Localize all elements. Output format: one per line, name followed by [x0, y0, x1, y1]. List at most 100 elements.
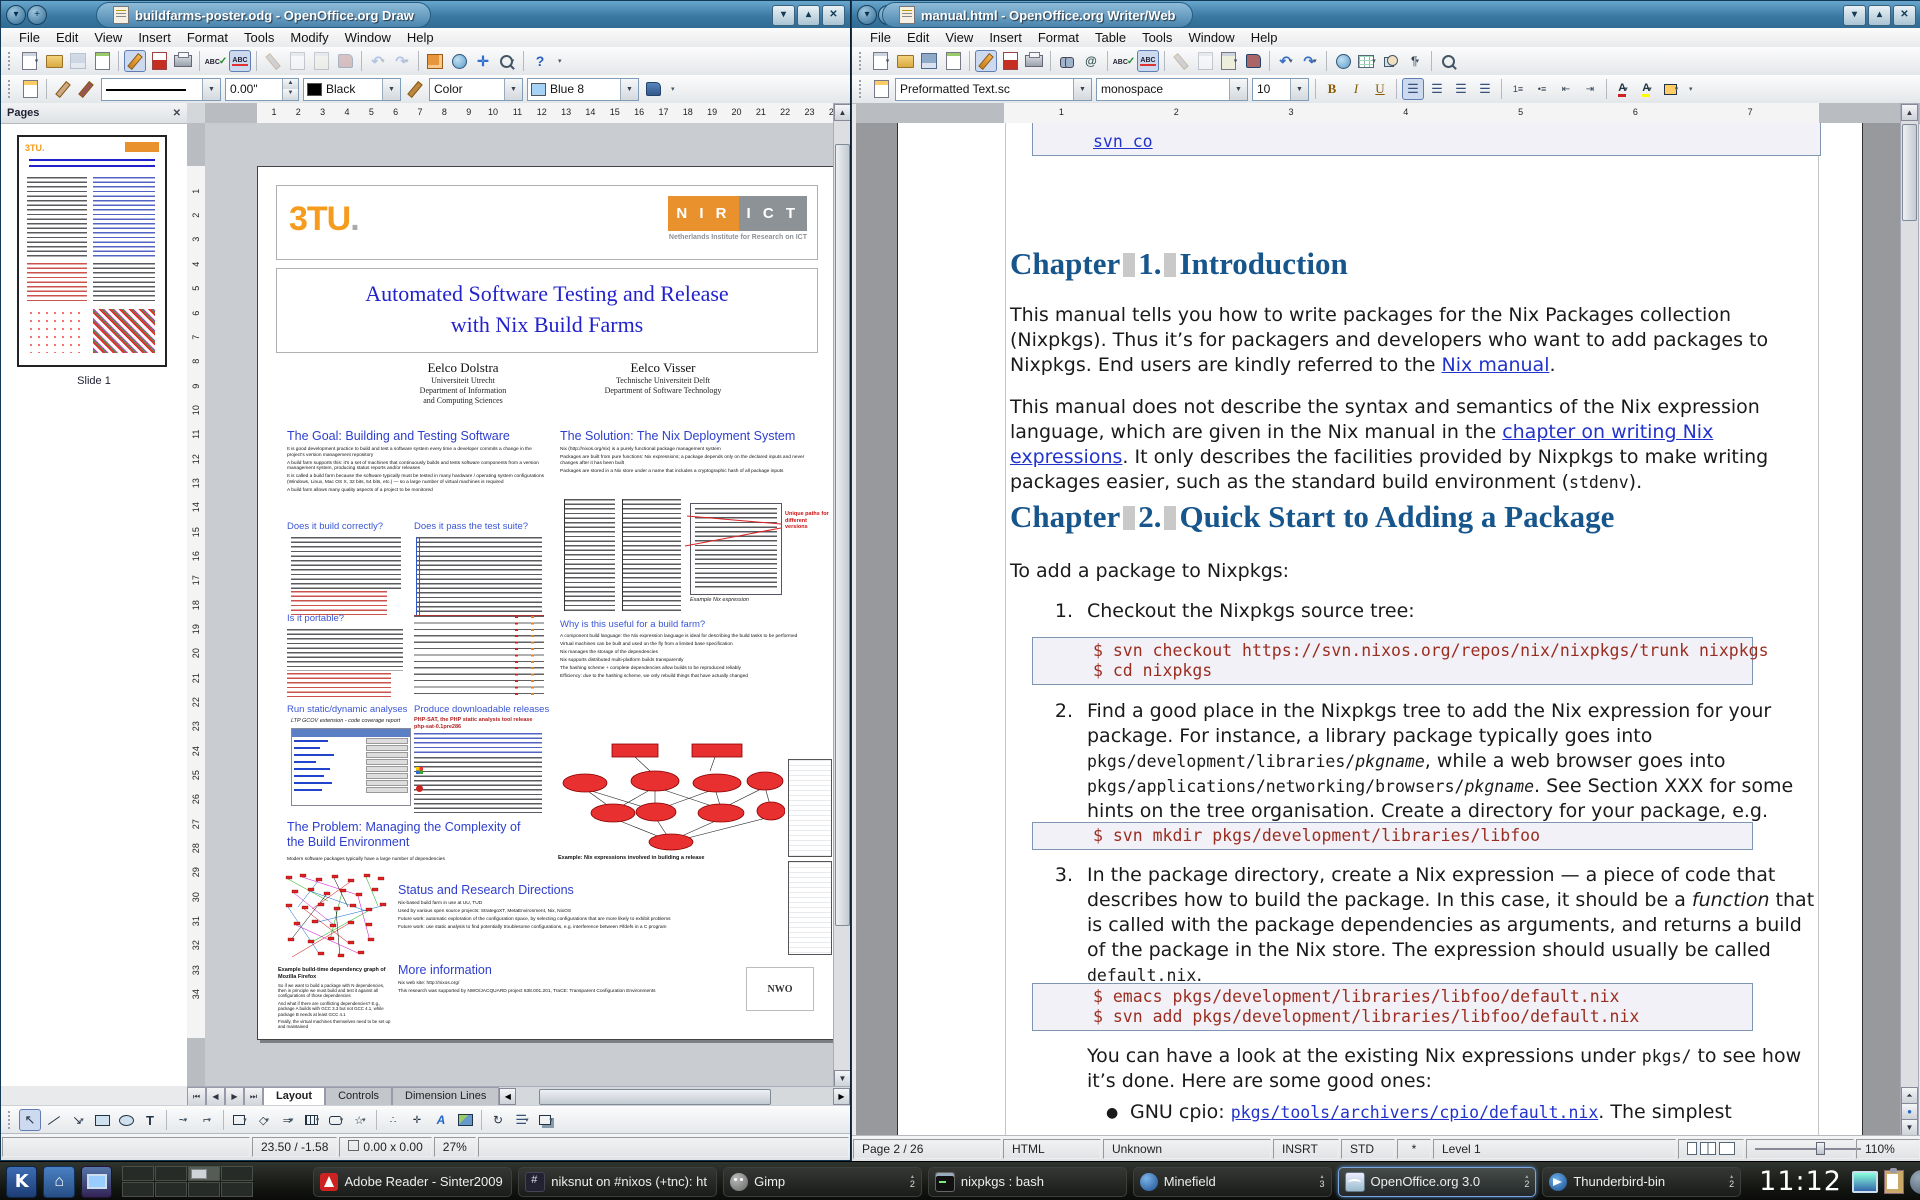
- increase-indent-icon[interactable]: ⇥: [1579, 78, 1601, 100]
- menu-item[interactable]: Insert: [130, 30, 179, 45]
- show-draw-functions-icon[interactable]: [1380, 50, 1402, 72]
- menu-item[interactable]: Window: [1180, 30, 1242, 45]
- writer-titlebar[interactable]: ▾ + manual.html - OpenOffice.org Writer/…: [852, 1, 1920, 29]
- auto-spellcheck-icon[interactable]: ABC: [229, 50, 251, 72]
- taskbar-clock[interactable]: 11:12: [1759, 1166, 1842, 1197]
- new-document-icon[interactable]: ▾: [870, 50, 892, 72]
- bullet-list-icon[interactable]: •≡: [1531, 78, 1553, 100]
- tab-dimension-lines[interactable]: Dimension Lines: [392, 1087, 499, 1106]
- arrow-style-icon[interactable]: ▾: [76, 78, 98, 100]
- save-icon[interactable]: [918, 50, 940, 72]
- task-minefield[interactable]: Minefield3: [1133, 1167, 1332, 1197]
- line-style-select[interactable]: ▼: [101, 78, 221, 101]
- spellcheck-icon[interactable]: ABC: [205, 50, 227, 72]
- paragraph-style-select[interactable]: Preformatted Text.sc▼: [895, 78, 1092, 101]
- numbered-list-icon[interactable]: 1≡: [1507, 78, 1529, 100]
- symbol-shapes-icon[interactable]: ◇▾: [253, 1109, 275, 1131]
- print-icon[interactable]: [172, 50, 194, 72]
- tab-layout[interactable]: Layout: [263, 1087, 325, 1106]
- glue-points-icon[interactable]: ✛: [406, 1109, 428, 1131]
- display-settings-icon[interactable]: [1852, 1171, 1878, 1193]
- cpio-link[interactable]: pkgs/tools/archivers/cpio/default.nix: [1231, 1103, 1599, 1122]
- arrange-icon[interactable]: ▾: [535, 1109, 557, 1131]
- insert-table-icon[interactable]: ▾: [1356, 50, 1378, 72]
- zoom-level[interactable]: 110%: [1856, 1139, 1920, 1159]
- find-replace-icon[interactable]: [1056, 50, 1078, 72]
- toolbar-grip[interactable]: [8, 52, 15, 70]
- cut-icon[interactable]: [262, 50, 284, 72]
- insert-mode[interactable]: INSRT: [1273, 1139, 1339, 1159]
- open-icon[interactable]: [43, 50, 65, 72]
- writer-vertical-scrollbar[interactable]: ▲ ⏶ ● ▼: [1900, 103, 1919, 1137]
- menu-item[interactable]: Help: [1243, 30, 1286, 45]
- line-tool-icon[interactable]: [52, 78, 74, 100]
- last-page-icon[interactable]: ⏭: [244, 1087, 263, 1106]
- callouts-icon[interactable]: ▾: [325, 1109, 347, 1131]
- align-justify-icon[interactable]: ☰: [1474, 78, 1496, 100]
- selection-mode[interactable]: STD: [1341, 1139, 1395, 1159]
- align-left-icon[interactable]: ☰: [1402, 78, 1424, 100]
- panel-close-icon[interactable]: ✕: [173, 108, 181, 119]
- block-arrows-icon[interactable]: ⇒▾: [277, 1109, 299, 1131]
- minimize-button[interactable]: ▾: [772, 5, 795, 26]
- auto-spellcheck-icon[interactable]: ABC: [1137, 50, 1159, 72]
- text-tool-icon[interactable]: T: [139, 1109, 161, 1131]
- basic-shapes-icon[interactable]: ▾: [229, 1109, 251, 1131]
- writer-horizontal-ruler[interactable]: 1234567: [856, 103, 1920, 124]
- bold-icon[interactable]: B: [1321, 78, 1343, 100]
- task-irc-konversation[interactable]: # niksnut on #nixos (+tnc): ht: [518, 1167, 717, 1197]
- clone-formatting-icon[interactable]: [334, 50, 356, 72]
- italic-icon[interactable]: I: [1345, 78, 1367, 100]
- menu-item[interactable]: Tools: [236, 30, 282, 45]
- redo-icon[interactable]: ↷▾: [1299, 50, 1321, 72]
- arrow-line-tool-icon[interactable]: ↘▾: [67, 1109, 89, 1131]
- fill-color-select[interactable]: Blue 8▼: [527, 78, 639, 101]
- show-desktop-icon[interactable]: [81, 1166, 112, 1198]
- edit-points-icon[interactable]: ∴: [382, 1109, 404, 1131]
- menu-item[interactable]: Modify: [282, 30, 336, 45]
- task-adobe-reader[interactable]: Adobe Reader - Sinter2009: [313, 1167, 512, 1197]
- menu-item[interactable]: Edit: [899, 30, 937, 45]
- klipper-icon[interactable]: [1884, 1170, 1904, 1194]
- toolbar-overflow-icon[interactable]: ▾: [558, 57, 562, 65]
- document-as-email-icon[interactable]: [942, 50, 964, 72]
- menu-item[interactable]: File: [11, 30, 48, 45]
- fill-tool-icon[interactable]: [404, 78, 426, 100]
- zoom-icon[interactable]: [1437, 50, 1459, 72]
- draw-canvas[interactable]: 3TU. N I RI C T Netherlands Institute fo…: [205, 123, 833, 1086]
- line-color-select[interactable]: Black▼: [303, 78, 401, 101]
- align-center-icon[interactable]: ☰: [1426, 78, 1448, 100]
- save-icon[interactable]: [67, 50, 89, 72]
- zoom-slider[interactable]: [1746, 1139, 1854, 1159]
- insert-picture-icon[interactable]: [454, 1109, 476, 1131]
- maximize-button[interactable]: ▴: [797, 5, 820, 26]
- menu-item[interactable]: View: [86, 30, 130, 45]
- styles-icon[interactable]: [870, 78, 892, 100]
- menu-item[interactable]: Table: [1087, 30, 1134, 45]
- redo-icon[interactable]: ↷▾: [391, 50, 413, 72]
- menu-item[interactable]: Help: [399, 30, 442, 45]
- line-width-input[interactable]: 0.00"▲▼: [225, 78, 299, 101]
- spellcheck-icon[interactable]: ABC: [1113, 50, 1135, 72]
- stars-icon[interactable]: ☆▾: [349, 1109, 371, 1131]
- edit-file-icon[interactable]: [124, 50, 146, 72]
- paste-icon[interactable]: ▾: [1218, 50, 1240, 72]
- document-page[interactable]: svn co Chapter1.Introduction This manual…: [897, 123, 1863, 1135]
- hyperlink-icon[interactable]: [448, 50, 470, 72]
- undo-icon[interactable]: ↶▾: [1275, 50, 1297, 72]
- nonprinting-chars-icon[interactable]: ¶▾: [1404, 50, 1426, 72]
- toolbar-grip[interactable]: [859, 80, 866, 98]
- task-openoffice[interactable]: OpenOffice.org 3.02: [1338, 1167, 1537, 1197]
- desktop-pager[interactable]: [122, 1166, 253, 1197]
- toolbar-grip[interactable]: [8, 80, 15, 98]
- tray-circle-icon[interactable]: [1910, 1170, 1920, 1194]
- window-menu-icon[interactable]: ▾: [857, 5, 877, 25]
- draw-horizontal-scrollbar[interactable]: ◀ ▶: [499, 1087, 850, 1106]
- ellipse-tool-icon[interactable]: [115, 1109, 137, 1131]
- open-icon[interactable]: [894, 50, 916, 72]
- navigator-icon[interactable]: ✛: [472, 50, 494, 72]
- writer-canvas[interactable]: svn co Chapter1.Introduction This manual…: [856, 123, 1900, 1135]
- print-icon[interactable]: [1023, 50, 1045, 72]
- toolbar-overflow-icon[interactable]: ▾: [671, 85, 675, 93]
- nix-manual-link[interactable]: Nix manual: [1442, 354, 1550, 376]
